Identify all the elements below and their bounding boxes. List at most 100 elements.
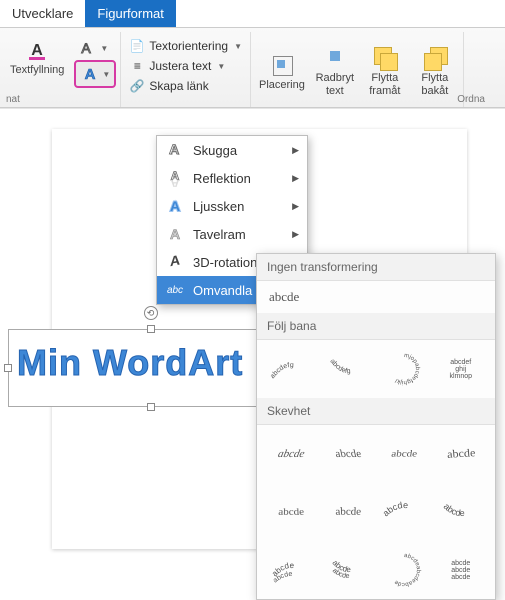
text-orientation-label: Textorientering bbox=[149, 39, 228, 53]
warp-option[interactable]: abcde bbox=[261, 494, 321, 534]
tab-shape-format[interactable]: Figurformat bbox=[85, 0, 175, 27]
svg-text:abcde: abcde bbox=[441, 501, 464, 518]
chevron-down-icon: ▼ bbox=[217, 62, 225, 71]
warp-option[interactable]: abcde bbox=[318, 490, 378, 530]
tab-developer[interactable]: Utvecklare bbox=[0, 0, 85, 27]
menu-glow[interactable]: AA Ljussken ▶ bbox=[157, 192, 307, 220]
send-backward-icon bbox=[423, 46, 447, 70]
warp-row-2: abcde abcde abcde abcde bbox=[257, 483, 495, 541]
submenu-arrow-icon: ▶ bbox=[292, 229, 299, 240]
bevel-icon: A bbox=[165, 225, 185, 243]
text-fill-button[interactable]: A Textfyllning bbox=[6, 36, 68, 78]
glow-icon: AA bbox=[165, 197, 185, 215]
position-button[interactable]: Placering bbox=[255, 51, 309, 93]
create-link-button[interactable]: 🔗 Skapa länk bbox=[125, 76, 212, 96]
bring-forward-icon bbox=[373, 46, 397, 70]
svg-text:A: A bbox=[170, 198, 180, 214]
shadow-icon: AA bbox=[165, 141, 185, 159]
svg-text:A: A bbox=[31, 42, 43, 59]
wrap-text-icon bbox=[323, 46, 347, 70]
section-no-transform: Ingen transformering bbox=[257, 254, 495, 281]
wrap-text-button[interactable]: Radbryt text bbox=[311, 44, 359, 98]
section-warp: Skevhet bbox=[257, 398, 495, 425]
svg-text:A: A bbox=[170, 226, 180, 242]
svg-text:abcdeabcdeabcde: abcdeabcdeabcde bbox=[393, 553, 421, 587]
section-follow-path: Följ bana bbox=[257, 313, 495, 340]
resize-handle-top[interactable] bbox=[147, 325, 155, 333]
position-icon bbox=[270, 53, 294, 77]
no-transform-option[interactable]: abcde bbox=[257, 281, 495, 313]
arrange-group: Placering Radbryt text Flytta framåt Fly… bbox=[251, 32, 464, 107]
submenu-arrow-icon: ▶ bbox=[292, 145, 299, 156]
warp-row-3: abcdeabcde abcdeabcde abcdeabcdeabcde ab… bbox=[257, 541, 495, 599]
send-backward-button[interactable]: Flytta bakåt bbox=[411, 44, 459, 98]
rotate-handle[interactable]: ⟲ bbox=[144, 306, 158, 320]
align-text-label: Justera text bbox=[149, 59, 211, 73]
resize-handle-bottom[interactable] bbox=[147, 403, 155, 411]
follow-path-row: abcdefg abcdefg mjopabcdefghijkl abcdefg… bbox=[257, 340, 495, 398]
path-button[interactable]: abcdefghijklmnop bbox=[435, 348, 488, 390]
bring-forward-button[interactable]: Flytta framåt bbox=[361, 44, 409, 98]
create-link-label: Skapa länk bbox=[149, 79, 208, 93]
transform-submenu: Ingen transformering abcde Följ bana abc… bbox=[256, 253, 496, 600]
link-icon: 🔗 bbox=[129, 78, 145, 94]
text-outline-icon: A bbox=[78, 40, 94, 56]
resize-handle-left[interactable] bbox=[4, 364, 12, 372]
text-orientation-icon: 📄 bbox=[129, 38, 145, 54]
wordart-text[interactable]: Min WordArt bbox=[9, 330, 292, 396]
menu-shadow[interactable]: AA Skugga ▶ bbox=[157, 136, 307, 164]
wordart-shape[interactable]: ⟲ Min WordArt bbox=[8, 329, 293, 407]
svg-text:A: A bbox=[171, 177, 180, 187]
menu-bevel-label: Tavelram bbox=[193, 227, 246, 242]
svg-text:abcdefg: abcdefg bbox=[269, 362, 294, 380]
ribbon: A Textfyllning A ▼ A ▼ 📄 Textorientering… bbox=[0, 28, 505, 108]
ribbon-tabstrip: Utvecklare Figurformat bbox=[0, 0, 505, 28]
text-group: 📄 Textorientering ▼ ≡ Justera text ▼ 🔗 S… bbox=[121, 32, 251, 107]
warp-option[interactable]: abcde bbox=[430, 431, 491, 477]
position-label: Placering bbox=[259, 79, 305, 91]
chevron-down-icon: ▼ bbox=[234, 42, 242, 51]
path-arch-down[interactable]: abcdefg bbox=[322, 348, 375, 390]
wrap-text-label: Radbryt text bbox=[316, 72, 355, 96]
align-text-button[interactable]: ≡ Justera text ▼ bbox=[125, 56, 229, 76]
text-outline-button[interactable]: A ▼ bbox=[74, 38, 116, 58]
bring-forward-label: Flytta framåt bbox=[369, 72, 400, 96]
path-arch-up[interactable]: abcdefg bbox=[265, 348, 318, 390]
svg-text:abcde: abcde bbox=[382, 500, 409, 518]
warp-option[interactable]: abcde bbox=[435, 491, 488, 533]
warp-option[interactable]: abcde bbox=[317, 433, 378, 475]
align-text-icon: ≡ bbox=[129, 58, 145, 74]
rotation-3d-icon: A bbox=[165, 253, 185, 271]
text-orientation-button[interactable]: 📄 Textorientering ▼ bbox=[125, 36, 246, 56]
warp-option[interactable]: abcde bbox=[375, 436, 433, 472]
menu-reflection-label: Reflektion bbox=[193, 171, 251, 186]
text-effects-button[interactable]: A ▼ bbox=[74, 60, 116, 88]
warp-option[interactable]: abcde bbox=[378, 491, 431, 533]
menu-reflection[interactable]: AA Reflektion ▶ bbox=[157, 164, 307, 192]
svg-text:A: A bbox=[169, 141, 179, 157]
menu-3d-rotation-label: 3D-rotation bbox=[193, 255, 257, 270]
path-circle[interactable]: mjopabcdefghijkl bbox=[378, 348, 431, 390]
svg-text:A: A bbox=[85, 66, 96, 83]
svg-text:mjopabcdefghijkl: mjopabcdefghijkl bbox=[395, 353, 420, 385]
warp-row-1: abcde abcde abcde abcde bbox=[257, 425, 495, 483]
reflection-icon: AA bbox=[165, 169, 185, 187]
chevron-down-icon: ▼ bbox=[102, 70, 110, 79]
svg-text:A: A bbox=[82, 40, 92, 56]
text-fill-icon: A bbox=[25, 38, 49, 62]
transform-icon: abc bbox=[165, 281, 185, 299]
document-area: AA Skugga ▶ AA Reflektion ▶ AA Ljussken … bbox=[0, 108, 505, 583]
menu-glow-label: Ljussken bbox=[193, 199, 244, 214]
submenu-arrow-icon: ▶ bbox=[292, 201, 299, 212]
group-label-left: nat bbox=[6, 94, 20, 105]
svg-text:A: A bbox=[170, 253, 180, 269]
submenu-arrow-icon: ▶ bbox=[292, 173, 299, 184]
chevron-down-icon: ▼ bbox=[100, 44, 108, 53]
menu-transform-label: Omvandla bbox=[193, 283, 252, 298]
send-backward-label: Flytta bakåt bbox=[421, 72, 448, 96]
svg-text:abcdefg: abcdefg bbox=[328, 358, 350, 375]
menu-bevel[interactable]: A Tavelram ▶ bbox=[157, 220, 307, 248]
warp-option[interactable]: abcde bbox=[261, 433, 322, 475]
menu-shadow-label: Skugga bbox=[193, 143, 237, 158]
group-label-arrange: Ordna bbox=[457, 94, 485, 105]
